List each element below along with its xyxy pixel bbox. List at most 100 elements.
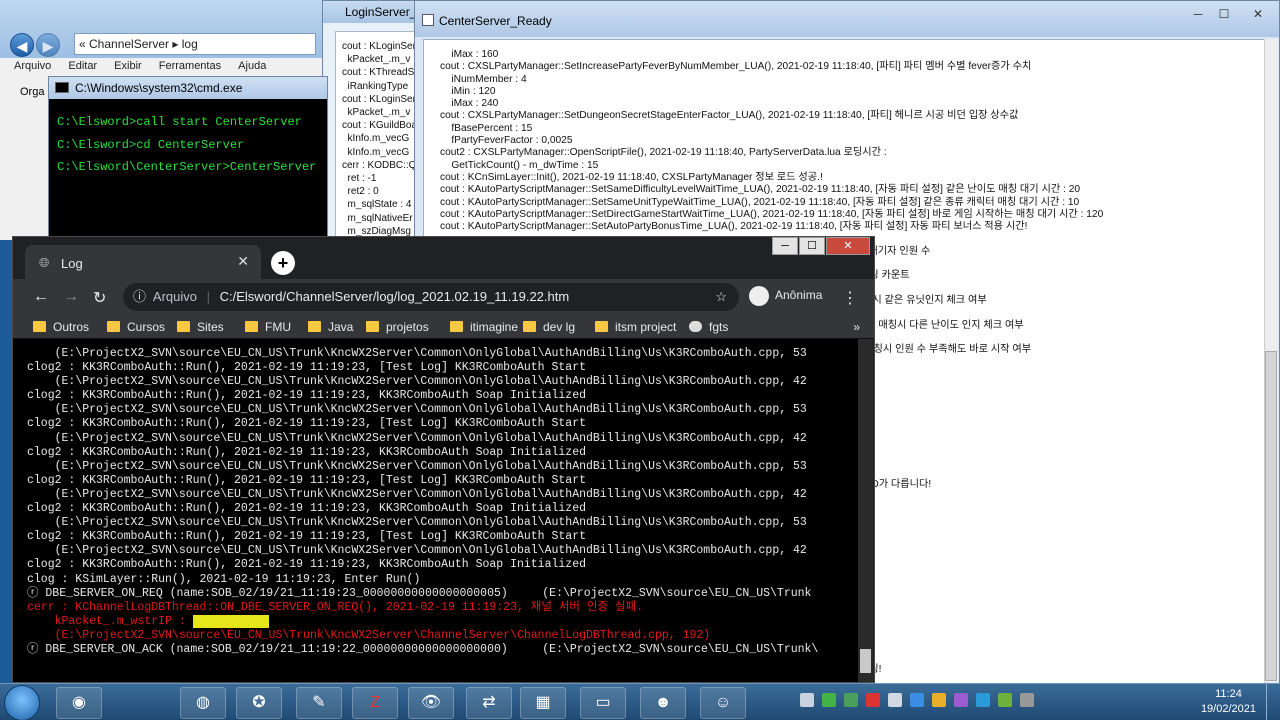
volume-icon[interactable] [888,692,902,707]
folder-icon [366,321,379,332]
menu-exibir[interactable]: Exibir [114,60,142,72]
security-label: Arquivo [152,289,197,304]
bookmark-sites[interactable]: Sites [177,320,224,334]
info-icon[interactable]: ⓘ [133,289,146,304]
folder-icon [523,321,536,332]
bookmark-itsm-project[interactable]: itsm project [595,320,676,334]
cmd-console: C:\Elsword>call start CenterServer C:\Els… [49,99,327,179]
update-icon[interactable] [998,692,1012,707]
page-scrollbar[interactable] [858,339,873,682]
system-tray [800,692,1042,707]
console-line: iNumMember : 4 [440,73,527,85]
bookmark-dev-lg[interactable]: dev lg [523,320,575,334]
centerserver-title[interactable]: CenterServer_Ready [415,1,1279,37]
more-bookmarks-icon[interactable]: » [853,320,860,334]
log-line: (E:\ProjectX2_SVN\source\EU_CN_US\Trunk\… [27,459,807,473]
incognito-profile[interactable]: Anônima [749,286,822,306]
bookmark-star-icon[interactable]: ☆ [715,283,727,311]
bookmark-itimagine[interactable]: itimagine [450,320,518,334]
app-tray-icon[interactable] [954,692,968,707]
bookmark-projetos[interactable]: projetos [366,320,429,334]
bookmark-outros[interactable]: Outros [33,320,89,334]
globe-icon: 🌐︎ [39,255,50,270]
forward-button[interactable]: ▶ [36,33,60,57]
console-line: cout : CXSLPartyManager::SetDungeonSecre… [440,110,1019,122]
log-line: (E:\ProjectX2_SVN\source\EU_CN_US\Trunk\… [27,347,807,360]
tab-log[interactable]: 🌐︎ Log ✕ [25,245,261,279]
address-bar[interactable]: « ChannelServer ▸ log [74,33,316,55]
log-line: clog2 : KK3RComboAuth::Run(), 2021-02-19… [27,389,586,403]
log-line: clog2 : KK3RComboAuth::Run(), 2021-02-19… [27,473,586,487]
log-line: (E:\ProjectX2_SVN\source\EU_CN_US\Trunk\… [27,516,807,530]
chrome-window-controls: ─ ☐ ✕ [771,237,870,255]
wifi-icon[interactable] [800,692,814,707]
minimize-button[interactable]: ─ [1185,5,1211,25]
bookmark-label: dev lg [543,320,576,334]
show-desktop-button[interactable] [1266,684,1280,720]
folder-icon [177,321,190,332]
chrome-close-button[interactable]: ✕ [826,237,870,255]
console-scroll-thumb[interactable] [1265,351,1277,681]
centerserver-taskbar-icon[interactable]: ☻ [640,687,686,719]
log-line: (E:\ProjectX2_SVN\source\EU_CN_US\Trunk\… [27,487,807,501]
menu-ferramentas[interactable]: Ferramentas [159,60,221,72]
shield-icon[interactable] [822,692,836,707]
notepad-taskbar-icon[interactable]: ✎ [296,687,342,719]
antivirus-icon[interactable] [866,692,880,707]
organize-button[interactable]: Orga [20,86,44,98]
bookmark-fgts[interactable]: fgts [689,320,728,334]
eye-taskbar-icon[interactable]: 👁︎ [408,687,454,719]
menu-editar[interactable]: Editar [68,60,97,72]
menu-arquivo[interactable]: Arquivo [14,60,51,72]
security-check-icon[interactable] [844,692,858,707]
back-arrow-icon[interactable]: ← [33,288,49,306]
back-button[interactable]: ◀ [10,33,34,57]
network-taskbar-icon[interactable]: ⇄ [466,687,512,719]
eclipse-taskbar-icon[interactable]: ◍ [180,687,226,719]
console-line: cout : KCnSimLayer::Init(), 2021-02-19 1… [440,171,823,183]
tab-close-icon[interactable]: ✕ [237,253,249,270]
bookmark-label: itsm project [615,320,677,334]
menu-ajuda[interactable]: Ajuda [238,60,266,72]
flag-icon[interactable] [1020,692,1034,707]
console-line: cout : KAutoPartyScriptManager::SetDirec… [440,208,1104,220]
console-line: cout : KAutoPartyScriptManager::SetSameD… [440,184,1081,196]
clock[interactable]: 11:24 19/02/2021 [1201,687,1256,717]
cmd-window: C:\Windows\system32\cmd.exe C:\Elsword>c… [48,76,328,238]
url-text: C:/Elsword/ChannelServer/log/log_2021.02… [219,289,570,304]
maximize-button[interactable]: ☐ [1211,5,1237,25]
omnibox[interactable]: ⓘ Arquivo | C:/Elsword/ChannelServer/log… [123,283,739,311]
folder-icon [245,321,258,332]
game-taskbar-icon[interactable]: ✪ [236,687,282,719]
cmd-title[interactable]: C:\Windows\system32\cmd.exe [49,77,327,99]
reload-icon[interactable]: ↻ [93,288,106,308]
log-line: clog2 : KK3RComboAuth::Run(), 2021-02-19… [27,530,586,544]
log-line: ⓡ DBE_SERVER_ON_REQ (name:SOB_02/19/21_1… [27,586,812,600]
forward-arrow-icon[interactable]: → [63,288,79,306]
chrome-maximize-button[interactable]: ☐ [799,237,825,255]
kebab-menu-icon[interactable]: ⋮ [842,288,858,308]
bookmark-fmu[interactable]: FMU [245,320,291,334]
database-taskbar-icon[interactable]: ▦ [520,687,566,719]
cloud-icon[interactable] [976,692,990,707]
folder-icon [308,321,321,332]
alert-icon[interactable] [932,692,946,707]
chrome-toolbar: ← → ↻ ⓘ Arquivo | C:/Elsword/ChannelServ… [13,279,874,315]
network-tray-icon[interactable] [910,692,924,707]
filezilla-taskbar-icon[interactable]: Z [352,687,398,719]
cmd-line: C:\Elsword>cd CenterServer [57,137,245,152]
bookmark-label: Java [328,320,354,334]
profile-label: Anônima [775,288,823,303]
chrome-minimize-button[interactable]: ─ [772,237,798,255]
close-button[interactable]: ✕ [1239,5,1277,25]
chrome-taskbar-icon[interactable]: ◉ [56,687,102,719]
new-tab-button[interactable]: + [271,251,295,275]
clock-time: 11:24 [1215,688,1242,700]
console-line: iMax : 160 [440,49,499,60]
cmd-taskbar-icon[interactable]: ▭ [580,687,626,719]
bookmark-java[interactable]: Java [308,320,353,334]
page-scroll-thumb[interactable] [860,649,871,673]
start-button[interactable] [4,685,40,720]
bookmark-cursos[interactable]: Cursos [107,320,165,334]
loginserver-taskbar-icon[interactable]: ☺ [700,687,746,719]
